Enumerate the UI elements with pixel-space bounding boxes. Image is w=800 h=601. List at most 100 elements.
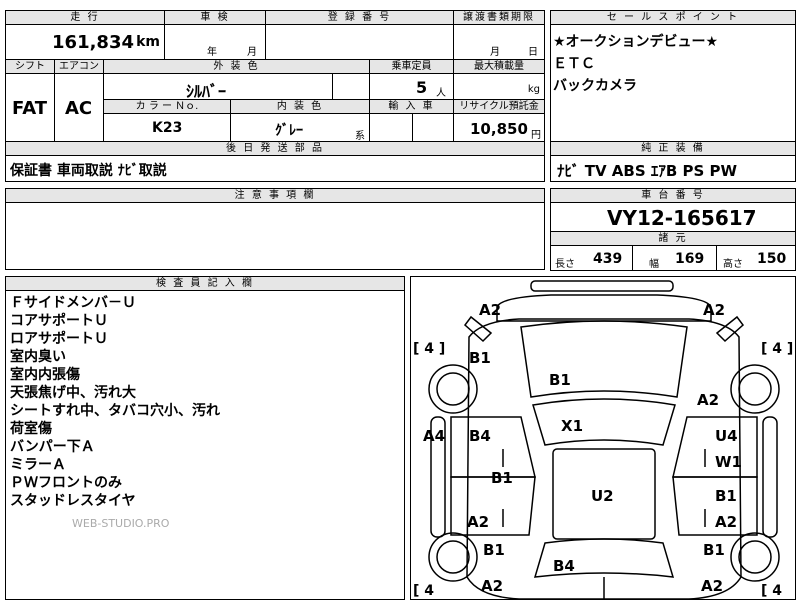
mileage-value: 161,834: [52, 32, 134, 53]
specs-width-value: 169: [675, 251, 705, 267]
mileage-cell: 161,834 km: [5, 24, 165, 60]
recycle-unit: 円: [531, 130, 541, 141]
damage-label-windshield: X1: [561, 417, 584, 435]
inspection-cell: 年 月: [164, 24, 266, 60]
color-no-value: K23: [152, 120, 183, 136]
caution-cell: [5, 202, 545, 270]
mileage-header: 走 行: [5, 10, 165, 25]
transfer-cell: 月 日: [453, 24, 545, 60]
inspector-note: Ｆサイドメンバ－Ｕ: [10, 295, 136, 311]
damage-label-right-rear-fender: B1: [703, 541, 725, 559]
damage-label-rear-right: A2: [701, 577, 724, 595]
car-diagram-box: A2 A2 B1 B1 A2 X1 A4 B4 U4 W1 B1 U2 B1 A…: [410, 276, 796, 600]
tire-front-left: [ 4 ]: [413, 341, 446, 357]
recycle-header: リサイクル預託金: [453, 99, 545, 114]
inspector-note: 室内臭い: [10, 349, 66, 365]
aircon-header: エアコン: [54, 59, 104, 74]
tire-rear-right: [ 4: [761, 583, 783, 599]
selling-points-header: セ ー ル ス ポ イ ン ト: [550, 10, 796, 25]
inspection-month: 月: [247, 47, 257, 58]
inspector-note: スタッドレスタイヤ: [10, 493, 136, 509]
inspector-note: シートすれ中、タバコ穴小、汚れ: [10, 403, 220, 419]
interior-value: ｸﾞﾚｰ: [275, 123, 303, 139]
damage-label-right-front-door-2: W1: [715, 453, 742, 471]
inspector-note: ＰＷフロントのみ: [10, 475, 122, 491]
inspector-box: Ｆサイドメンバ－Ｕ コアサポートＵ ロアサポートＵ 室内臭い 室内内張傷 天張焦…: [5, 290, 405, 600]
interior-suffix: 系: [355, 131, 365, 142]
recycle-cell: 10,850 円: [453, 113, 545, 142]
registration-cell: [265, 24, 454, 60]
specs-width-label: 幅: [649, 259, 659, 270]
shift-cell: FAT: [5, 73, 55, 142]
recycle-value: 10,850: [470, 120, 528, 138]
specs-height-value: 150: [757, 251, 787, 267]
mileage-unit: km: [136, 34, 160, 50]
tire-rear-left: [ 4: [413, 583, 435, 599]
later-parts-value: 保証書 車両取説 ﾅﾋﾞ取説: [10, 163, 167, 179]
damage-label-left-rear-fender: B1: [483, 541, 505, 559]
specs-height-cell: 高さ 150: [716, 245, 796, 271]
specs-header: 諸 元: [550, 231, 796, 246]
color-no-header: カ ラ ー Ｎｏ.: [103, 99, 231, 114]
load-header: 最大積載量: [453, 59, 545, 74]
specs-length-cell: 長さ 439: [550, 245, 633, 271]
inspector-note: ミラーＡ: [10, 457, 66, 473]
selling-points-box: ★オークションデビュー★ ＥＴＣ バックカメラ: [550, 24, 796, 142]
transfer-month: 月: [490, 47, 500, 58]
color-no-cell: K23: [103, 113, 231, 142]
aircon-cell: AC: [54, 73, 104, 142]
inspector-note: 天張焦げ中、汚れ大: [10, 385, 136, 401]
chassis-value: VY12-165617: [607, 206, 757, 230]
inspector-header: 検 査 員 記 入 欄: [5, 276, 405, 291]
inspector-note: コアサポートＵ: [10, 313, 108, 329]
specs-length-label: 長さ: [555, 259, 575, 270]
inspector-note: ロアサポートＵ: [10, 331, 108, 347]
exterior-value: ｼﾙﾊﾞｰ: [186, 82, 227, 100]
damage-label-left-rear-door-mid: B1: [491, 469, 513, 487]
transfer-header: 譲渡書類期限: [453, 10, 545, 25]
damage-label-rear-left: A2: [481, 577, 504, 595]
aircon-value: AC: [65, 98, 93, 119]
import-cell-a: [369, 113, 413, 142]
chassis-header: 車 台 番 号: [550, 188, 796, 203]
equipment-cell: ﾅﾋﾞ TV ABS ｴｱB PS PW: [550, 155, 796, 182]
inspector-note: バンパー下Ａ: [10, 439, 95, 455]
selling-point-3: バックカメラ: [553, 78, 637, 94]
later-parts-header: 後 日 発 送 部 品: [5, 141, 545, 156]
damage-label-right-rear-door-2: A2: [715, 513, 738, 531]
later-parts-cell: 保証書 車両取説 ﾅﾋﾞ取説: [5, 155, 545, 182]
damage-label-left-front-door: B4: [469, 427, 491, 445]
selling-point-2: ＥＴＣ: [553, 56, 595, 72]
tire-front-right: [ 4 ]: [761, 341, 794, 357]
registration-header: 登 録 番 号: [265, 10, 454, 25]
caution-header: 注 意 事 項 欄: [5, 188, 545, 203]
exterior-header: 外 装 色: [103, 59, 370, 74]
import-cell-b: [412, 113, 454, 142]
import-header: 輸 入 車: [369, 99, 454, 114]
selling-point-1: ★オークションデビュー★: [553, 34, 719, 50]
load-unit: kg: [527, 84, 540, 95]
damage-label-front-left: A2: [479, 301, 502, 319]
capacity-unit: 人: [436, 88, 446, 99]
capacity-cell: 5 人: [369, 73, 454, 100]
damage-label-right-front-door-1: U4: [715, 427, 738, 445]
damage-label-left-rear-door: A2: [467, 513, 490, 531]
load-cell: kg: [453, 73, 545, 100]
specs-width-cell: 幅 169: [632, 245, 717, 271]
inspection-year: 年: [207, 47, 217, 58]
equipment-header: 純 正 装 備: [550, 141, 796, 156]
capacity-header: 乗車定員: [369, 59, 454, 74]
interior-header: 内 装 色: [230, 99, 370, 114]
damage-label-right-front-fender: A2: [697, 391, 720, 409]
exterior-cell-extra: [332, 73, 370, 100]
exterior-cell: ｼﾙﾊﾞｰ: [103, 73, 333, 100]
inspector-note: 荷室傷: [10, 421, 52, 437]
damage-label-left-front-fender: B1: [469, 349, 491, 367]
specs-length-value: 439: [593, 251, 623, 267]
watermark: WEB-STUDIO.PRO: [72, 517, 170, 530]
chassis-cell: VY12-165617: [550, 202, 796, 232]
damage-label-front-right: A2: [703, 301, 726, 319]
damage-label-right-rear-door: B1: [715, 487, 737, 505]
damage-label-trunk: B4: [553, 557, 575, 575]
inspector-note: 室内内張傷: [10, 367, 80, 383]
